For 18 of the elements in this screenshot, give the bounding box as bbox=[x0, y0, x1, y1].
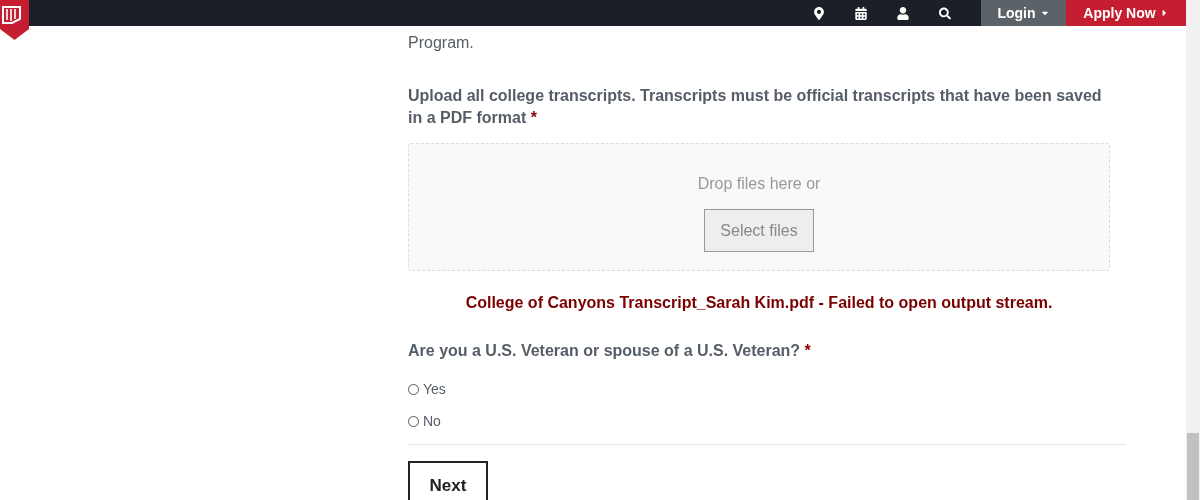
file-drop-zone[interactable]: Drop files here or Select files bbox=[408, 143, 1110, 271]
intro-text: Program. bbox=[408, 34, 475, 52]
veteran-question: Are you a U.S. Veteran or spouse of a U.S. Veteran? * bbox=[408, 341, 812, 361]
upload-error-message: College of Canyons Transcript_Sarah Kim.pdf - Failed to open output stream. bbox=[464, 293, 1054, 313]
search-icon[interactable] bbox=[939, 6, 951, 20]
apply-now-button[interactable]: Apply Now bbox=[1066, 0, 1186, 26]
drop-files-text: Drop files here or bbox=[697, 174, 821, 194]
select-files-button[interactable]: Select files bbox=[704, 209, 814, 252]
radio-option[interactable]: Yes bbox=[408, 380, 446, 399]
user-icon[interactable] bbox=[897, 6, 909, 20]
map-pin-icon[interactable] bbox=[813, 6, 825, 20]
radio-option[interactable]: No bbox=[408, 412, 441, 431]
upload-label: Upload all college transcripts. Transcripts must be official transcripts that have been saved in a PDF format * bbox=[408, 86, 1103, 128]
calendar-icon[interactable] bbox=[855, 6, 867, 20]
login-button[interactable]: Login bbox=[981, 0, 1066, 26]
scrollbar[interactable] bbox=[1186, 0, 1200, 500]
logo-icon[interactable] bbox=[0, 0, 29, 40]
next-button[interactable]: Next bbox=[408, 461, 488, 500]
